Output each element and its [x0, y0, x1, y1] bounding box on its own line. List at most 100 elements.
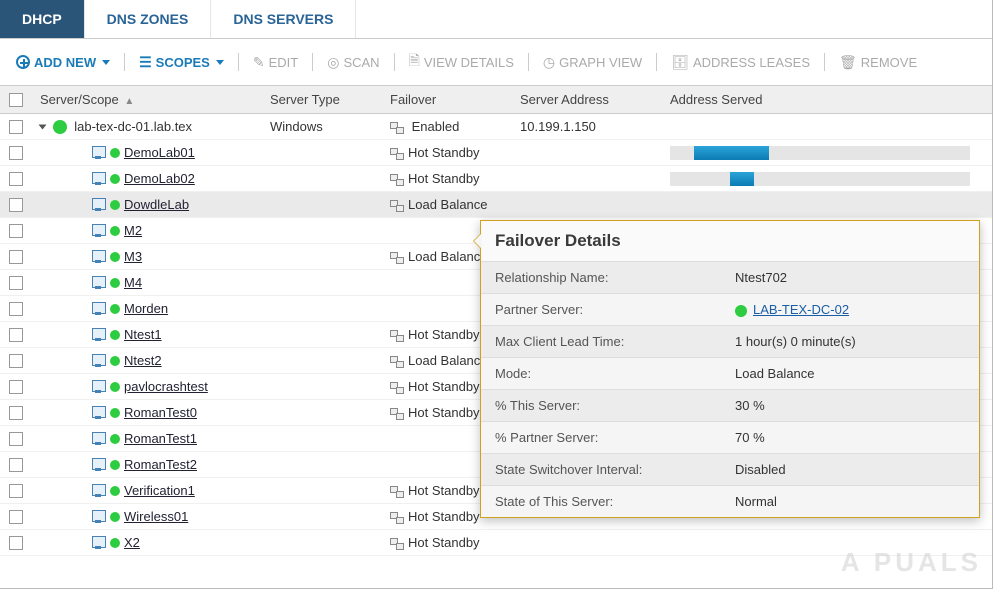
col-server-scope[interactable]: Server/Scope ▲ — [32, 86, 262, 113]
edit-button[interactable]: ✎ EDIT — [247, 51, 304, 74]
row-checkbox[interactable] — [9, 510, 23, 524]
caret-down-icon — [216, 60, 224, 65]
scope-name-link[interactable]: RomanTest0 — [124, 405, 197, 420]
row-checkbox[interactable] — [9, 224, 23, 238]
scope-icon — [92, 328, 108, 342]
scope-row[interactable]: DowdleLab Load Balance — [0, 192, 992, 218]
tab-dns-zones[interactable]: DNS ZONES — [85, 0, 212, 38]
address-leases-button[interactable]: 🗄 ADDRESS LEASES — [665, 51, 816, 74]
server-row[interactable]: lab-tex-dc-01.lab.tex Windows Enabled 10… — [0, 114, 992, 140]
row-checkbox[interactable] — [9, 120, 23, 134]
scope-name-link[interactable]: Ntest1 — [124, 327, 162, 342]
graph-view-button[interactable]: ◷ GRAPH VIEW — [537, 51, 648, 74]
scope-name-link[interactable]: Verification1 — [124, 483, 195, 498]
row-checkbox[interactable] — [9, 354, 23, 368]
scope-name-link[interactable]: DemoLab02 — [124, 171, 195, 186]
scope-row[interactable]: DemoLab01Hot Standby — [0, 140, 992, 166]
scope-name-link[interactable]: RomanTest2 — [124, 457, 197, 472]
failover-icon — [390, 512, 404, 524]
col-address-served[interactable]: Address Served — [662, 86, 992, 113]
separator — [824, 53, 825, 71]
scope-name-link[interactable]: RomanTest1 — [124, 431, 197, 446]
col-failover[interactable]: Failover — [382, 86, 512, 113]
scopes-label: SCOPES — [156, 55, 210, 70]
status-dot-icon — [110, 278, 120, 288]
scope-name-link[interactable]: M3 — [124, 249, 142, 264]
scan-icon: ◎ — [327, 54, 339, 71]
scan-label: SCAN — [343, 55, 379, 70]
row-checkbox[interactable] — [9, 406, 23, 420]
scope-row[interactable]: DemoLab02Hot Standby — [0, 166, 992, 192]
view-details-button[interactable]: 🗎 VIEW DETAILS — [403, 47, 520, 77]
col-server-type[interactable]: Server Type — [262, 86, 382, 113]
row-checkbox[interactable] — [9, 380, 23, 394]
popup-row: Max Client Lead Time:1 hour(s) 0 minute(… — [481, 325, 979, 357]
popup-value: Normal — [721, 486, 979, 517]
tab-dhcp[interactable]: DHCP — [0, 0, 85, 38]
scopes-button[interactable]: ☰ SCOPES — [133, 51, 230, 74]
status-dot-icon — [110, 434, 120, 444]
remove-button[interactable]: 🗑 REMOVE — [833, 51, 923, 74]
select-all-checkbox[interactable] — [9, 93, 23, 107]
server-failover-text: Enabled — [412, 119, 460, 134]
popup-value: 70 % — [721, 422, 979, 453]
col-server-address[interactable]: Server Address — [512, 86, 662, 113]
row-checkbox[interactable] — [9, 302, 23, 316]
scope-name-link[interactable]: Morden — [124, 301, 168, 316]
popup-row: Relationship Name:Ntest702 — [481, 261, 979, 293]
scope-name-link[interactable]: DowdleLab — [124, 197, 189, 212]
tab-bar: DHCPDNS ZONESDNS SERVERS — [0, 0, 992, 39]
plus-icon — [16, 55, 30, 69]
add-new-button[interactable]: ADD NEW — [10, 52, 116, 73]
scope-name-link[interactable]: pavlocrashtest — [124, 379, 208, 394]
status-dot-icon — [110, 330, 120, 340]
row-checkbox[interactable] — [9, 536, 23, 550]
failover-icon — [390, 148, 404, 160]
scope-name-link[interactable]: DemoLab01 — [124, 145, 195, 160]
separator — [528, 53, 529, 71]
partner-server-link[interactable]: LAB-TEX-DC-02 — [753, 302, 849, 317]
row-checkbox[interactable] — [9, 328, 23, 342]
failover-icon — [390, 538, 404, 550]
row-checkbox[interactable] — [9, 276, 23, 290]
scope-name-link[interactable]: X2 — [124, 535, 140, 550]
scope-failover-text: Hot Standby — [408, 509, 480, 524]
scope-row[interactable]: X2 Hot Standby — [0, 530, 992, 556]
scope-failover-cell: Hot Standby — [382, 532, 512, 553]
row-checkbox[interactable] — [9, 432, 23, 446]
failover-icon — [390, 330, 404, 342]
scope-failover-cell: Load Balance — [382, 194, 512, 215]
row-checkbox[interactable] — [9, 458, 23, 472]
scan-button[interactable]: ◎ SCAN — [321, 51, 385, 74]
scope-name-link[interactable]: Wireless01 — [124, 509, 188, 524]
scope-icon — [92, 484, 108, 498]
scope-failover-text: Hot Standby — [408, 327, 480, 342]
scope-name-link[interactable]: M2 — [124, 223, 142, 238]
scope-icon — [92, 380, 108, 394]
table-header: Server/Scope ▲ Server Type Failover Serv… — [0, 86, 992, 114]
scope-icon — [92, 198, 108, 212]
row-checkbox[interactable] — [9, 198, 23, 212]
row-checkbox[interactable] — [9, 146, 23, 160]
row-checkbox[interactable] — [9, 484, 23, 498]
scope-name-link[interactable]: M4 — [124, 275, 142, 290]
status-dot-icon — [110, 252, 120, 262]
scope-icon — [92, 172, 108, 186]
status-dot-icon — [110, 460, 120, 470]
row-checkbox[interactable] — [9, 250, 23, 264]
app-window: DHCPDNS ZONESDNS SERVERS ADD NEW ☰ SCOPE… — [0, 0, 993, 589]
status-dot-icon — [110, 226, 120, 236]
scope-name-link[interactable]: Ntest2 — [124, 353, 162, 368]
popup-value: Load Balance — [721, 358, 979, 389]
failover-icon — [390, 356, 404, 368]
status-dot-icon — [110, 356, 120, 366]
graph-icon: ◷ — [543, 54, 555, 71]
scope-failover-text: Hot Standby — [408, 379, 480, 394]
popup-row: Partner Server:LAB-TEX-DC-02 — [481, 293, 979, 325]
expand-toggle-icon[interactable] — [39, 124, 47, 129]
col-server-scope-label: Server/Scope — [40, 92, 119, 107]
row-checkbox[interactable] — [9, 172, 23, 186]
tab-dns-servers[interactable]: DNS SERVERS — [211, 0, 356, 38]
scope-icon — [92, 276, 108, 290]
address-served-bar — [670, 146, 970, 160]
